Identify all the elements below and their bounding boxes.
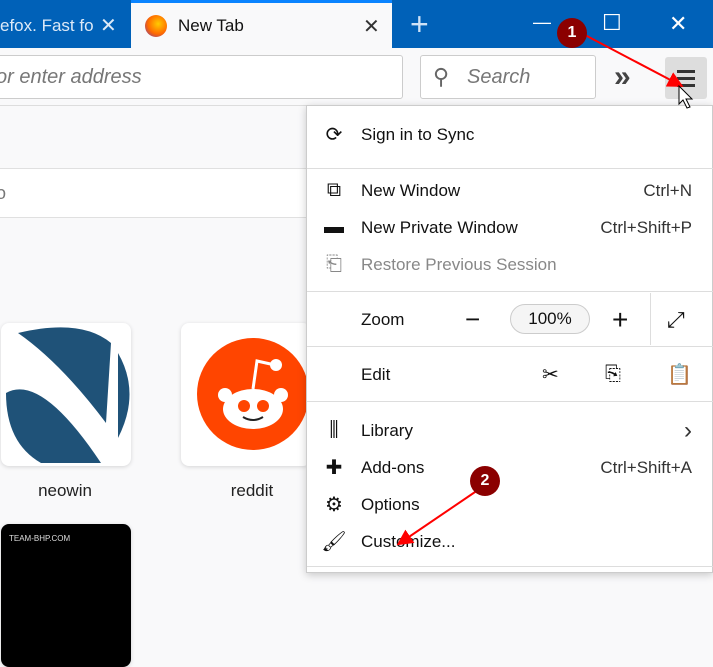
- arrow-2: [396, 489, 479, 546]
- cursor-icon: [678, 84, 694, 109]
- annotation-badge-2: 2: [470, 466, 500, 496]
- annotation-badge-1: 1: [557, 18, 587, 48]
- annotation-arrows: [396, 34, 694, 546]
- arrow-1: [584, 34, 684, 87]
